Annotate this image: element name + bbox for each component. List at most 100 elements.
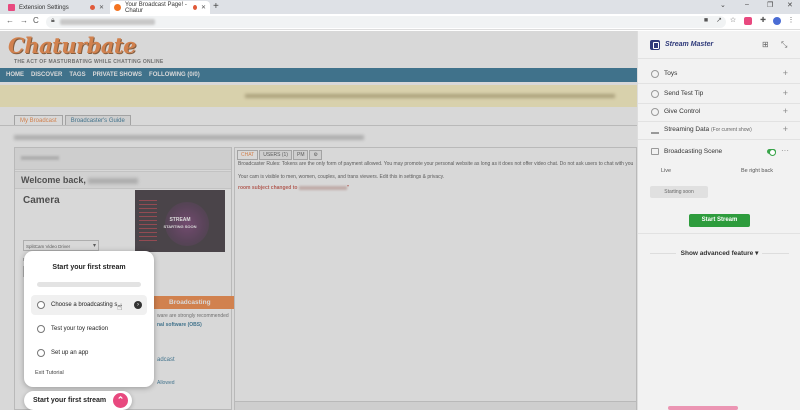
stream-master-logo-icon [650, 40, 660, 50]
preview-title: STREAM [169, 217, 191, 223]
tutorial-step-choose-scene[interactable]: Choose a broadcasting s... › [31, 295, 147, 315]
back-icon[interactable]: ← [6, 16, 14, 25]
sm-item-give-control[interactable]: Give Control + [638, 102, 800, 122]
tab-users[interactable]: USERS (1) [259, 150, 292, 160]
pill-label: Start your first stream [33, 397, 107, 404]
site-logo[interactable]: Chaturbate [8, 33, 136, 58]
star-icon[interactable]: ☆ [729, 17, 737, 25]
step-label: Test your toy reaction [51, 326, 109, 332]
sm-item-send-test-tip[interactable]: Send Test Tip + [638, 84, 800, 104]
streaming-data-label: Streaming Data [664, 126, 710, 133]
step-circle-icon [37, 301, 45, 309]
scene-live-button[interactable]: Live [651, 168, 681, 174]
grid-icon[interactable]: ⊞ [762, 40, 769, 49]
streaming-data-sub: (For current show) [710, 127, 752, 133]
nav-following[interactable]: FOLLOWING (0/0) [149, 72, 200, 78]
url-input[interactable]: 🔒︎ [46, 16, 726, 28]
scene-starting-soon-button[interactable]: Starting soon [650, 186, 708, 198]
sm-item-label: Send Test Tip [664, 90, 704, 97]
broadcaster-rules-text: Broadcaster Rules: Tokens are the only f… [238, 161, 634, 167]
address-bar-row: ← → C 🔒︎ ■ ↗ ☆ ✚ ⋮ [0, 14, 800, 30]
nav-tags[interactable]: TAGS [69, 72, 85, 78]
left-text-2[interactable]: nal software (OBS) [157, 322, 202, 328]
tutorial-step-test-toy[interactable]: Test your toy reaction [31, 319, 147, 339]
scene-icon [651, 148, 659, 155]
visibility-text: Your cam is visible to men, women, coupl… [238, 174, 445, 180]
sm-item-label: Give Control [664, 108, 701, 115]
reload-icon[interactable]: C [33, 16, 39, 25]
tutorial-title: Start your first stream [52, 264, 126, 271]
extension-favicon-icon [8, 4, 15, 11]
chat-input-bar[interactable] [235, 401, 636, 410]
sm-item-label: Streaming Data (For current show) [664, 126, 752, 133]
new-tab-button[interactable]: + [213, 1, 219, 12]
forward-icon[interactable]: → [20, 16, 28, 25]
camera-icon[interactable]: ■ [702, 17, 710, 25]
exit-tutorial-link[interactable]: Exit Tutorial [35, 370, 64, 376]
broadcasting-button[interactable]: Broadcasting [153, 296, 237, 309]
sm-item-toys[interactable]: Toys + [638, 64, 800, 84]
scene-label: Broadcasting Scene [664, 148, 723, 155]
menu-icon[interactable]: ⋮ [787, 17, 795, 25]
left-text-4[interactable]: Allowed [157, 380, 175, 386]
tutorial-progress-bar [37, 282, 141, 287]
scene-toggle[interactable] [767, 149, 776, 156]
camera-heading: Camera [23, 195, 60, 206]
redacted-username [88, 177, 139, 184]
start-first-stream-pill[interactable]: Start your first stream ⌃ [24, 391, 132, 410]
minimize-icon[interactable]: – [745, 1, 749, 8]
left-text-1: ware are strongly recommended [157, 313, 229, 319]
url-redacted [60, 19, 155, 25]
restore-icon[interactable]: ❐ [767, 1, 773, 9]
close-tab-icon[interactable]: ✕ [201, 4, 206, 11]
control-icon [651, 108, 659, 116]
extension-icon[interactable] [744, 17, 752, 25]
nav-discover[interactable]: DISCOVER [31, 72, 62, 78]
nav-home[interactable]: HOME [6, 72, 24, 78]
tutorial-step-setup-app[interactable]: Set up an app [31, 343, 147, 363]
camera-select[interactable]: SplitCam Video Driver [23, 240, 99, 251]
tab-search-icon[interactable]: ⌄ [720, 1, 726, 9]
preview-subtitle: STARTING SOON [163, 224, 197, 229]
chevron-right-icon[interactable]: › [134, 301, 142, 309]
chat-tabs: CHAT USERS (1) PM ⚙ [237, 150, 323, 160]
notice-banner [0, 85, 637, 107]
avatar[interactable] [773, 17, 781, 25]
data-icon [651, 126, 659, 134]
plus-icon[interactable]: + [783, 106, 788, 116]
close-window-icon[interactable]: ✕ [787, 1, 793, 9]
share-icon[interactable]: ↗ [715, 17, 723, 25]
plus-icon[interactable]: + [783, 124, 788, 134]
welcome-heading: Welcome back, [21, 175, 139, 185]
left-text-3[interactable]: adcast [157, 357, 175, 363]
browser-tab-extension-settings[interactable]: Extension Settings ✕ [4, 1, 108, 14]
tip-icon [651, 90, 659, 98]
browser-tab-strip: Extension Settings ✕ Your Broadcast Page… [0, 0, 800, 14]
stream-master-panel: Stream Master ⊞ ⤡ Toys + Send Test Tip +… [637, 31, 800, 410]
chaturbate-favicon-icon [114, 4, 121, 11]
room-subject-text: room subject changed to " [238, 185, 349, 191]
scene-brb-button[interactable]: Be right back [735, 168, 779, 174]
show-advanced-button[interactable]: Show advanced feature ▾ [638, 249, 800, 257]
collapse-icon[interactable]: ⤡ [781, 40, 787, 50]
more-icon[interactable]: ··· [781, 146, 789, 155]
stream-master-header: Stream Master ⊞ ⤡ [638, 31, 800, 59]
chat-settings-icon[interactable]: ⚙ [309, 150, 322, 160]
tab-pm[interactable]: PM [292, 150, 309, 160]
browser-tab-title: Extension Settings [19, 4, 69, 11]
start-stream-button[interactable]: Start Stream [689, 214, 750, 227]
nav-private-shows[interactable]: PRIVATE SHOWS [93, 72, 142, 78]
plus-icon[interactable]: + [783, 88, 788, 98]
site-header: Chaturbate THE ACT OF MASTURBATING WHILE… [0, 31, 637, 68]
bottom-accent-bar [668, 406, 738, 410]
chevron-up-icon[interactable]: ⌃ [113, 393, 128, 408]
sm-item-streaming-data[interactable]: Streaming Data (For current show) + [638, 120, 800, 140]
toy-icon [651, 70, 659, 78]
puzzle-icon[interactable]: ✚ [759, 17, 767, 25]
browser-tab-broadcast[interactable]: Your Broadcast Page! - Chatur ✕ [110, 1, 210, 14]
tab-chat[interactable]: CHAT [237, 150, 259, 160]
plus-icon[interactable]: + [783, 68, 788, 78]
close-tab-icon[interactable]: ✕ [99, 4, 104, 11]
step-label: Choose a broadcasting s... [51, 302, 123, 308]
chat-panel: CHAT USERS (1) PM ⚙ Broadcaster Rules: T… [234, 147, 637, 410]
